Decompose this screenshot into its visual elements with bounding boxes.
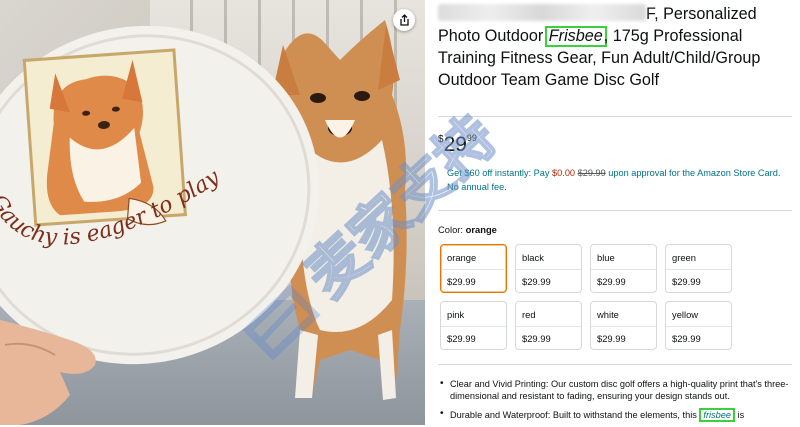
swatch-price: $29.99	[447, 333, 476, 344]
price-fraction: 99	[466, 133, 477, 143]
divider	[438, 210, 792, 211]
swatch-orange[interactable]: orange $29.99	[440, 244, 507, 293]
swatch-price: $29.99	[447, 276, 476, 287]
offer-pay-amount: $0.00	[552, 168, 576, 178]
offer-text-1: Get $60 off instantly: Pay	[447, 168, 553, 178]
swatch-black[interactable]: black $29.99	[515, 244, 582, 293]
feature-bullet: Clear and Vivid Printing: Our custom dis…	[440, 378, 800, 403]
price-whole: 29	[443, 133, 467, 156]
swatch-name: blue	[597, 252, 615, 263]
swatch-white[interactable]: white $29.99	[590, 301, 657, 350]
feature-bullet-text: Clear and Vivid Printing: Our custom dis…	[450, 379, 789, 402]
swatch-pink[interactable]: pink $29.99	[440, 301, 507, 350]
offer-old-price: $29.99	[577, 168, 606, 178]
share-icon	[399, 14, 409, 26]
product-photo[interactable]: Gauchy is eager to play frisbee	[0, 0, 425, 425]
swatch-name: green	[672, 252, 696, 263]
title-keyword-highlight: Frisbee	[544, 26, 607, 47]
swatch-green[interactable]: green $29.99	[665, 244, 732, 293]
feature-bullet-text: is	[734, 409, 745, 420]
feature-bullets: Clear and Vivid Printing: Our custom dis…	[438, 378, 800, 427]
swatch-price: $29.99	[522, 333, 551, 344]
swatch-price: $29.99	[672, 333, 701, 344]
product-title: F, Personalized Photo Outdoor Frisbee, 1…	[438, 3, 788, 91]
divider	[438, 364, 792, 365]
swatch-name: red	[522, 309, 536, 320]
swatch-name: yellow	[672, 309, 699, 320]
blurred-brand	[438, 4, 646, 21]
swatch-name: orange	[447, 252, 477, 263]
product-details: F, Personalized Photo Outdoor Frisbee, 1…	[438, 0, 794, 425]
swatch-price: $29.99	[597, 276, 626, 287]
swatch-name: white	[597, 309, 619, 320]
swatch-red[interactable]: red $29.99	[515, 301, 582, 350]
color-label-text: Color:	[438, 224, 464, 235]
swatch-blue[interactable]: blue $29.99	[590, 244, 657, 293]
bullet-keyword-highlight: frisbee	[699, 407, 735, 422]
feature-bullet-text: Durable and Waterproof: Built to withsta…	[450, 409, 700, 420]
store-card-offer[interactable]: Get $60 off instantly: Pay $0.00 $29.99 …	[447, 167, 792, 194]
color-swatch-grid: orange $29.99 black $29.99 blue $29.99 g…	[440, 244, 736, 356]
feature-bullet: Durable and Waterproof: Built to withsta…	[440, 407, 800, 422]
divider	[438, 116, 792, 117]
swatch-price: $29.99	[522, 276, 551, 287]
swatch-price: $29.99	[597, 333, 626, 344]
swatch-yellow[interactable]: yellow $29.99	[665, 301, 732, 350]
swatch-price: $29.99	[672, 276, 701, 287]
price: $2999	[438, 126, 477, 157]
color-label: Color: orange	[438, 224, 497, 235]
swatch-name: pink	[447, 309, 465, 320]
share-button[interactable]	[393, 9, 415, 31]
color-selected-value: orange	[465, 224, 497, 235]
photo-scene: Gauchy is eager to play frisbee	[0, 0, 407, 425]
swatch-name: black	[522, 252, 544, 263]
